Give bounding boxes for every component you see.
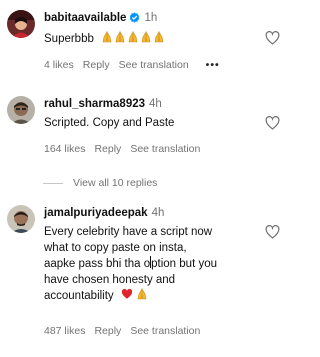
folded-hands-emoji [128, 31, 138, 43]
comment-text-line: what to copy paste on insta, [44, 241, 187, 254]
folded-hands-emoji [137, 288, 147, 300]
see-translation-button[interactable]: See translation [119, 59, 189, 71]
more-options-icon[interactable]: ••• [206, 59, 220, 71]
comment-text-line-with-cursor: aapke pass bhi tha option but you [44, 256, 279, 273]
folded-hands-emoji [102, 31, 112, 43]
comment-text: Superbbb [44, 31, 165, 48]
likes-count[interactable]: 487 likes [44, 325, 85, 337]
folded-hands-emoji [154, 31, 164, 43]
comment-text-body: Scripted. Copy and Paste [44, 117, 175, 129]
comment-meta: 164 likes Reply See translation [44, 143, 209, 155]
red-heart-emoji [121, 288, 133, 299]
likes-count[interactable]: 164 likes [44, 143, 85, 155]
reply-button[interactable]: Reply [83, 59, 110, 71]
comment-time: 4h [151, 207, 165, 219]
avatar[interactable] [7, 10, 35, 38]
comment-text: Every celebrity have a script now what t… [44, 225, 279, 305]
verified-badge-icon [129, 12, 140, 26]
like-heart-icon[interactable] [265, 31, 280, 45]
comment-time: 4h [149, 98, 162, 110]
comment-text-body: Superbbb [44, 33, 94, 45]
reply-button[interactable]: Reply [94, 143, 121, 155]
comment-meta: 487 likes Reply See translation [44, 325, 209, 337]
comment-text-line: aapke pass bhi tha option but you [44, 256, 217, 270]
view-all-replies-button[interactable]: View all 10 replies [43, 177, 157, 189]
see-translation-button[interactable]: See translation [130, 325, 200, 337]
avatar[interactable] [7, 96, 35, 124]
username-text[interactable]: babitaavailable [44, 12, 126, 24]
comment-text: Scripted. Copy and Paste [44, 116, 174, 132]
avatar[interactable] [7, 205, 35, 233]
comment-text-line: have chosen honesty and [44, 273, 176, 286]
folded-hands-emoji [141, 31, 151, 43]
username-text[interactable]: rahul_sharma8923 [44, 98, 145, 110]
folded-hands-emoji [115, 31, 125, 43]
comment-meta: 4 likes Reply See translation ••• [44, 59, 229, 71]
comment-time: 1h [144, 12, 158, 24]
view-replies-label[interactable]: View all 10 replies [73, 177, 157, 189]
comment-text-line-last: accountability [44, 290, 114, 302]
comment-username[interactable]: babitaavailable 1h [44, 12, 157, 26]
comment-username[interactable]: rahul_sharma8923 4h [44, 98, 162, 110]
like-heart-icon[interactable] [265, 225, 280, 239]
emoji-row [100, 31, 165, 45]
comment-username[interactable]: jamalpuriyadeepak 4h [44, 207, 164, 219]
like-heart-icon[interactable] [265, 116, 280, 130]
reply-button[interactable]: Reply [94, 325, 121, 337]
see-translation-button[interactable]: See translation [130, 143, 200, 155]
likes-count[interactable]: 4 likes [44, 59, 74, 71]
reply-thread-line [43, 182, 63, 184]
username-text[interactable]: jamalpuriyadeepak [44, 207, 148, 219]
comment-text-line: Every celebrity have a script now [44, 226, 213, 238]
comment-text-line: accountability [44, 288, 279, 305]
